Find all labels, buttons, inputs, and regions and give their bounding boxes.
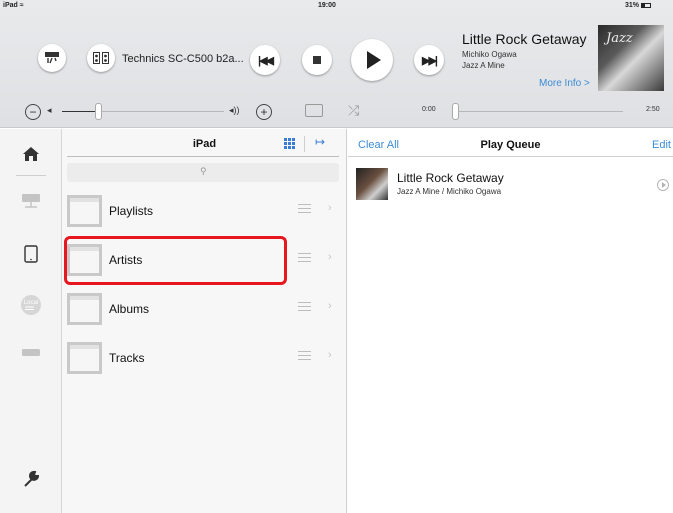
queue-play-icon[interactable] — [657, 179, 669, 191]
status-battery: 31% — [625, 2, 652, 9]
grid-view-icon[interactable] — [284, 138, 296, 150]
play-icon — [367, 51, 381, 69]
volume-knob[interactable] — [94, 103, 102, 120]
queue-header-divider — [348, 156, 673, 157]
chevron-right-icon: › — [328, 349, 332, 361]
volume-high-icon: ◂)) — [229, 105, 240, 115]
now-playing-album: Jazz A Mine — [462, 61, 505, 70]
source-browser: iPad ↦ ⚲ Playlists › Artists › Albums › … — [62, 129, 347, 513]
wifi-icon: ≈ — [19, 2, 24, 9]
folder-icon — [67, 293, 102, 325]
status-device: iPad ≈ — [3, 2, 24, 9]
list-item-label: Playlists — [109, 204, 154, 218]
queue-track-subtitle: Jazz A Mine / Michiko Ogawa — [397, 187, 502, 196]
sidebar: Local — [0, 129, 62, 513]
previous-track-button[interactable]: |◀◀ — [250, 45, 280, 75]
list-item-artists[interactable]: Artists › — [62, 236, 347, 285]
chevron-right-icon: › — [328, 251, 332, 263]
volume-slider[interactable] — [62, 103, 224, 120]
edit-button[interactable]: Edit — [652, 139, 671, 151]
list-item-tracks[interactable]: Tracks › — [62, 334, 347, 383]
queue-thumbnail — [356, 168, 388, 200]
local-music-icon: Local — [21, 295, 41, 315]
volume-fill — [62, 111, 98, 112]
seek-slider[interactable] — [452, 103, 623, 120]
status-device-label: iPad — [3, 2, 18, 9]
chevron-right-icon: › — [328, 300, 332, 312]
plus-icon: + — [260, 105, 268, 119]
repeat-icon[interactable] — [305, 104, 323, 117]
seek-knob[interactable] — [452, 103, 459, 120]
sidebar-item-device[interactable] — [17, 340, 45, 366]
collapse-panel-icon[interactable]: ↦ — [315, 135, 325, 149]
menu-icon[interactable] — [298, 253, 311, 262]
player-control-bar: iPad ≈ 19:00 31% Technics SC-C500 b2a...… — [0, 0, 673, 128]
sidebar-divider — [16, 175, 46, 176]
network-icon — [22, 194, 40, 208]
battery-label: 31% — [625, 2, 640, 9]
header-divider — [304, 136, 305, 152]
menu-icon[interactable] — [298, 302, 311, 311]
previous-icon: |◀◀ — [258, 54, 274, 67]
sidebar-item-local[interactable]: Local — [17, 292, 45, 318]
next-track-button[interactable]: ▶▶| — [414, 45, 444, 75]
battery-icon — [641, 2, 652, 8]
speaker-device-button[interactable] — [87, 44, 115, 72]
menu-icon[interactable] — [298, 351, 311, 360]
time-total: 2:50 — [646, 106, 660, 113]
player-device-icon — [22, 349, 40, 356]
shuffle-icon[interactable]: ⤮ — [348, 102, 359, 119]
chevron-right-icon: › — [328, 202, 332, 214]
volume-up-button[interactable]: + — [256, 104, 272, 120]
volume-down-button[interactable]: − — [25, 104, 41, 120]
now-playing-title: Little Rock Getaway — [462, 31, 587, 47]
folder-icon — [67, 195, 102, 227]
speaker-icon — [93, 52, 109, 64]
tablet-icon — [24, 245, 38, 263]
stop-icon — [313, 56, 321, 64]
home-icon — [23, 147, 39, 161]
device-name[interactable]: Technics SC-C500 b2a... — [122, 53, 244, 65]
search-input[interactable]: ⚲ — [67, 163, 339, 182]
sidebar-item-tablet[interactable] — [17, 241, 45, 267]
list-item-label: Tracks — [109, 351, 145, 365]
local-icon-label: Local — [24, 300, 38, 306]
sidebar-item-network[interactable] — [17, 188, 45, 214]
menu-icon[interactable] — [298, 204, 311, 213]
sidebar-item-home[interactable] — [17, 141, 45, 167]
folder-icon — [67, 342, 102, 374]
next-icon: ▶▶| — [422, 54, 438, 67]
album-art-logo: Jazz — [606, 31, 633, 46]
list-item-playlists[interactable]: Playlists › — [62, 187, 347, 236]
volume-low-icon: ◂ — [47, 105, 52, 115]
time-elapsed: 0:00 — [422, 106, 436, 113]
folder-icon — [67, 244, 102, 276]
stop-button[interactable] — [302, 45, 332, 75]
header-underline — [67, 156, 339, 157]
more-info-link[interactable]: More Info > — [539, 78, 590, 89]
remote-control-button[interactable] — [38, 44, 66, 72]
search-icon: ⚲ — [200, 166, 207, 176]
list-item-label: Artists — [109, 253, 143, 267]
queue-title: Play Queue — [480, 139, 541, 151]
status-time: 19:00 — [318, 2, 336, 9]
minus-icon: − — [29, 105, 37, 119]
wrench-icon — [24, 470, 40, 487]
album-art[interactable]: Jazz — [598, 25, 664, 91]
remote-icon — [45, 52, 59, 64]
list-item-albums[interactable]: Albums › — [62, 285, 347, 334]
play-button[interactable] — [351, 39, 393, 81]
now-playing-artist: Michiko Ogawa — [462, 50, 517, 59]
sidebar-item-settings[interactable] — [17, 466, 45, 492]
play-queue-panel: Clear All Play Queue Edit Little Rock Ge… — [348, 129, 673, 513]
list-item-label: Albums — [109, 302, 150, 316]
queue-track-title: Little Rock Getaway — [397, 171, 504, 185]
